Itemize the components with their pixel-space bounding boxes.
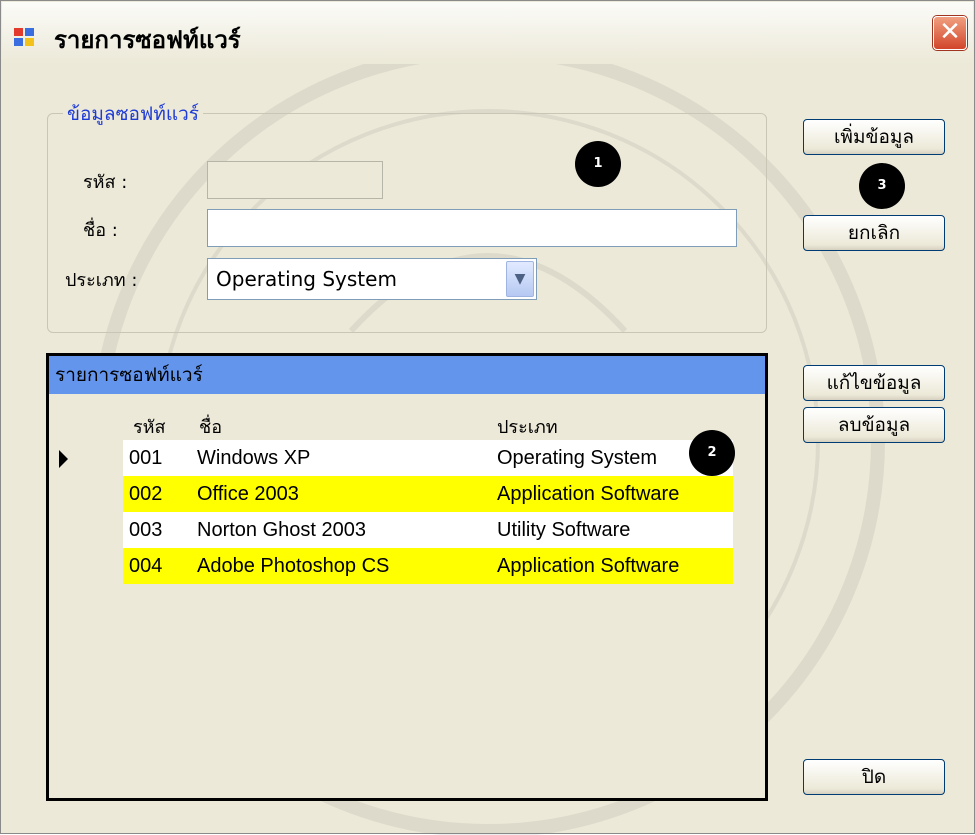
cell-name: Adobe Photoshop CS [197,555,390,577]
cell-code: 001 [129,447,163,469]
type-combobox[interactable]: Operating System ▼ [207,258,537,300]
table-row[interactable]: 004 Adobe Photoshop CS Application Softw… [123,548,733,584]
code-field [207,161,383,199]
edit-button[interactable]: แก้ไขข้อมูล [803,365,945,401]
code-label: รหัส : [83,172,128,193]
cell-code: 002 [129,483,163,505]
table-row[interactable]: 002 Office 2003 Application Software [123,476,733,512]
cell-code: 004 [129,555,163,577]
cell-type: Application Software [497,555,680,577]
close-button[interactable]: ปิด [803,759,945,795]
grid-caption: รายการซอฟท์แวร์ [49,356,765,394]
table-row[interactable]: 001 Windows XP Operating System [123,440,733,476]
chevron-down-icon[interactable]: ▼ [506,261,534,297]
column-header-code[interactable]: รหัส [133,412,166,441]
name-label: ชื่อ : [83,220,118,241]
column-header-name[interactable]: ชื่อ [199,412,222,441]
form-icon [14,28,38,48]
column-header-type[interactable]: ประเภท [497,412,558,441]
cell-name: Norton Ghost 2003 [197,519,366,541]
cancel-button[interactable]: ยกเลิก [803,215,945,251]
close-icon[interactable]: ✕ [933,16,967,50]
cell-type: Utility Software [497,519,631,541]
name-field[interactable] [207,209,737,247]
software-list-window: รายการซอฟท์แวร์ ✕ ข้อมูลซอฟท์แวร์ รหัส :… [0,0,975,835]
delete-button[interactable]: ลบข้อมูล [803,407,945,443]
cell-name: Office 2003 [197,483,299,505]
window-title: รายการซอฟท์แวร์ [54,26,241,54]
software-data-grid[interactable]: รายการซอฟท์แวร์ รหัส ชื่อ ประเภท 001 Win… [46,353,768,801]
add-button[interactable]: เพิ่มข้อมูล [803,119,945,155]
cell-name: Windows XP [197,447,311,469]
cell-type: Operating System [497,447,658,469]
cell-type: Application Software [497,483,680,505]
title-bar[interactable]: รายการซอฟท์แวร์ ✕ [2,2,973,64]
callout-badge-2: 2 [689,430,735,476]
row-pointer-icon [59,450,68,468]
callout-badge-3: 3 [859,163,905,209]
cell-code: 003 [129,519,163,541]
groupbox-title: ข้อมูลซอฟท์แวร์ [63,99,203,129]
callout-badge-1: 1 [575,141,621,187]
type-label: ประเภท : [65,270,138,291]
type-selected-value: Operating System [216,267,397,291]
table-row[interactable]: 003 Norton Ghost 2003 Utility Software [123,512,733,548]
